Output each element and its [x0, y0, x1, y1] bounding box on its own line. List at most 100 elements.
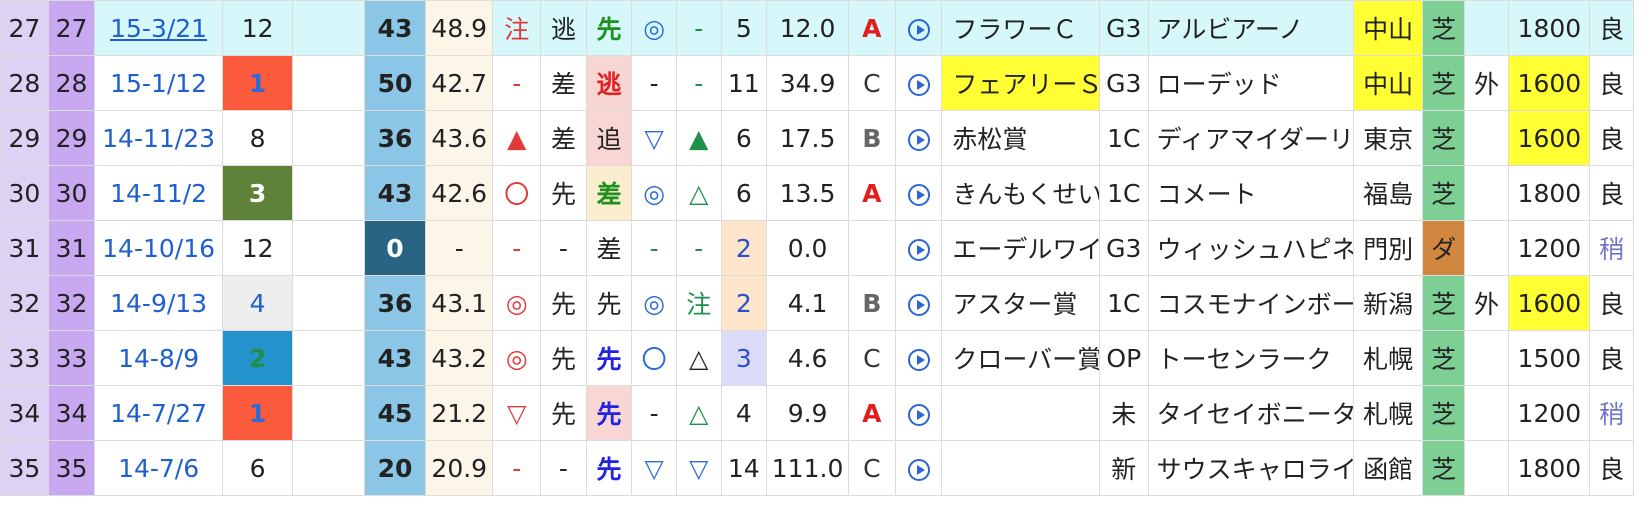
play-video-button[interactable]	[894, 110, 943, 166]
play-circle-icon[interactable]	[907, 458, 930, 481]
running-style: 逃	[540, 0, 587, 56]
race-class: G3	[1098, 0, 1149, 56]
course-side	[1463, 220, 1510, 276]
popularity: 2	[720, 275, 768, 331]
pace-mark-2: ▲	[675, 110, 722, 166]
table-row: 27 27 15-3/21 12 43 48.9 注 逃 先 ◎ - 5 12.…	[0, 0, 1634, 56]
race-date-link[interactable]: 15-1/12	[94, 55, 223, 111]
play-video-button[interactable]	[894, 440, 943, 496]
play-circle-icon[interactable]	[907, 73, 930, 96]
prediction-mark: ◎	[492, 330, 542, 386]
winner-name: ディアマイダーリン	[1147, 110, 1354, 166]
pace-mark-2: △	[675, 385, 722, 441]
venue: 札幌	[1352, 385, 1424, 441]
empty-cell	[292, 275, 365, 331]
race-date-link[interactable]: 14-10/16	[94, 220, 223, 276]
track-condition: 良	[1589, 0, 1634, 56]
track-condition: 稍	[1589, 385, 1634, 441]
winner-name: ローデッド	[1147, 55, 1354, 111]
finish-place: 2	[221, 330, 294, 386]
race-date-link[interactable]: 14-11/2	[94, 165, 223, 221]
race-number-alt: 28	[47, 55, 96, 111]
play-circle-icon[interactable]	[907, 183, 930, 206]
surface: 芝	[1422, 330, 1465, 386]
play-video-button[interactable]	[894, 220, 943, 276]
finish-place: 12	[221, 0, 294, 56]
play-video-button[interactable]	[894, 275, 943, 331]
race-name: エーデルワイ	[941, 220, 1100, 276]
play-video-button[interactable]	[894, 55, 943, 111]
distance: 1600	[1508, 55, 1591, 111]
popularity: 14	[720, 440, 768, 496]
track-condition: 良	[1589, 165, 1634, 221]
odds: 9.9	[766, 385, 850, 441]
position-mark: 先	[585, 330, 633, 386]
play-video-button[interactable]	[894, 385, 943, 441]
race-name: フェアリーＳ	[941, 55, 1100, 111]
odds: 34.9	[766, 55, 850, 111]
winner-name: アルビアーノ	[1147, 0, 1354, 56]
play-circle-icon[interactable]	[907, 403, 930, 426]
play-video-button[interactable]	[894, 165, 943, 221]
rating-value: 43.1	[425, 275, 494, 331]
popularity: 3	[720, 330, 768, 386]
empty-cell	[292, 440, 365, 496]
pace-mark-2: -	[675, 220, 722, 276]
race-number: 28	[0, 55, 49, 111]
race-number-alt: 33	[47, 330, 96, 386]
course-side	[1463, 165, 1510, 221]
race-date-link[interactable]: 14-9/13	[94, 275, 223, 331]
popularity: 11	[720, 55, 768, 111]
surface: 芝	[1422, 275, 1465, 331]
pace-mark-2: △	[675, 330, 722, 386]
speed-index: 36	[363, 275, 427, 331]
speed-index: 36	[363, 110, 427, 166]
position-mark: 追	[585, 110, 633, 166]
speed-index: 43	[363, 165, 427, 221]
play-circle-icon[interactable]	[907, 238, 930, 261]
table-row: 32 32 14-9/13 4 36 43.1 ◎ 先 先 ◎ 注 2 4.1 …	[0, 275, 1634, 331]
race-name: フラワーＣ	[941, 0, 1100, 56]
speed-index: 20	[363, 440, 427, 496]
race-class: 1C	[1098, 165, 1149, 221]
pace-mark-2: △	[675, 165, 722, 221]
odds: 12.0	[766, 0, 850, 56]
running-style: -	[540, 220, 587, 276]
play-circle-icon[interactable]	[907, 348, 930, 371]
table-row: 33 33 14-8/9 2 43 43.2 ◎ 先 先 〇 △ 3 4.6 C…	[0, 330, 1634, 386]
race-date-link[interactable]: 15-3/21	[94, 0, 223, 56]
speed-index: 43	[363, 0, 427, 56]
race-number: 34	[0, 385, 49, 441]
race-name: アスター賞	[941, 275, 1100, 331]
race-number-alt: 29	[47, 110, 96, 166]
race-class: 1C	[1098, 275, 1149, 331]
race-date-link[interactable]: 14-8/9	[94, 330, 223, 386]
pace-mark-2: 注	[675, 275, 722, 331]
play-video-button[interactable]	[894, 330, 943, 386]
running-style: 先	[540, 165, 587, 221]
race-number: 32	[0, 275, 49, 331]
race-date-link[interactable]: 14-7/6	[94, 440, 223, 496]
play-video-button[interactable]	[894, 0, 943, 56]
finish-place: 6	[221, 440, 294, 496]
surface: 芝	[1422, 440, 1465, 496]
popularity: 6	[720, 165, 768, 221]
venue: 札幌	[1352, 330, 1424, 386]
winner-name: ウィッシュハピネス	[1147, 220, 1354, 276]
running-style: 先	[540, 275, 587, 331]
pace-mark-1: ▽	[631, 440, 677, 496]
course-side: 外	[1463, 275, 1510, 331]
race-date-link[interactable]: 14-11/23	[94, 110, 223, 166]
popularity: 4	[720, 385, 768, 441]
play-circle-icon[interactable]	[907, 18, 930, 41]
odds: 111.0	[766, 440, 850, 496]
play-circle-icon[interactable]	[907, 293, 930, 316]
play-circle-icon[interactable]	[907, 128, 930, 151]
race-date-link[interactable]: 14-7/27	[94, 385, 223, 441]
position-mark: 差	[585, 165, 633, 221]
surface: 芝	[1422, 110, 1465, 166]
pace-mark-1: ◎	[631, 165, 677, 221]
finish-place: 1	[221, 55, 294, 111]
rating-value: 42.7	[425, 55, 494, 111]
rating-value: 20.9	[425, 440, 494, 496]
